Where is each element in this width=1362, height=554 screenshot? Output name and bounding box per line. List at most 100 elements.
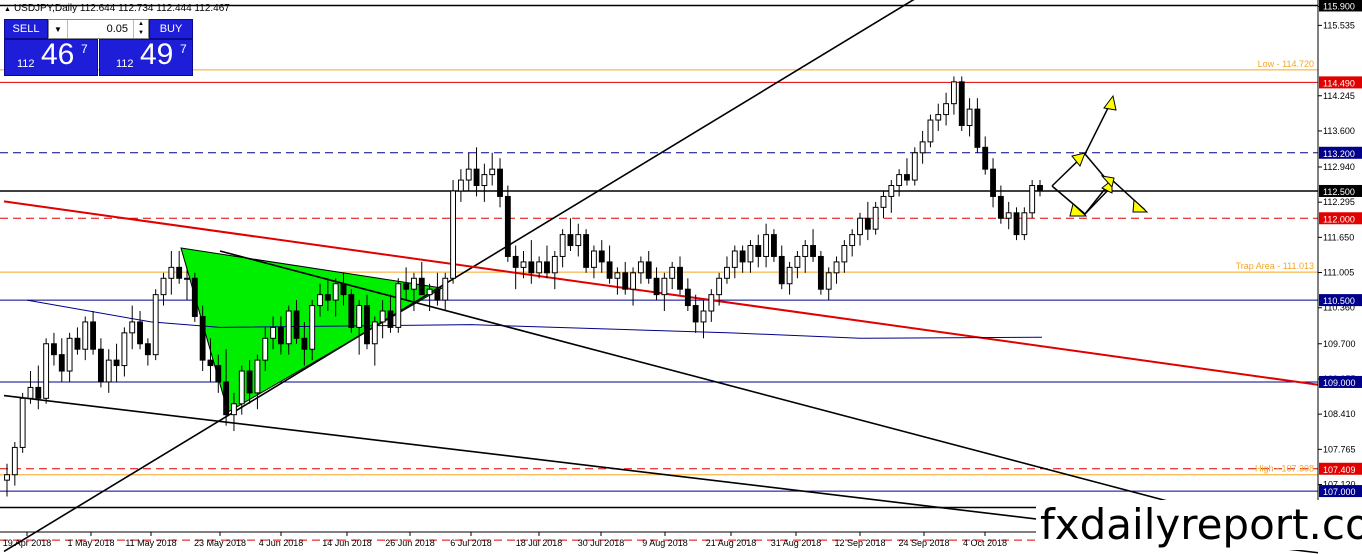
candle-body [817,255,824,290]
candle [395,278,402,333]
candle [802,240,809,273]
candle-body [1029,185,1036,214]
candle [567,218,574,251]
level-tag-label: 110.500 [1323,296,1355,306]
candle-body [450,190,456,279]
candle-body [536,261,543,274]
time-tick-label: 4 Jun 2018 [259,538,304,548]
candle-body [379,310,386,323]
sell-button[interactable]: SELL [4,19,48,39]
lot-size-box[interactable]: ▼ 0.05 ▲ ▼ [48,19,149,39]
candle [504,185,511,262]
candle [90,311,97,355]
candle [144,338,151,366]
lot-spinner-icon[interactable]: ▲ ▼ [133,20,148,38]
candle [113,343,120,382]
candle [121,327,128,377]
time-tick-label: 14 Jun 2018 [322,538,372,548]
candle [763,223,770,268]
candle-body [677,266,683,290]
chevron-down-icon[interactable]: ▼ [49,20,68,38]
candle-body [90,321,97,350]
candle [356,300,363,355]
sell-price[interactable]: 112 46 7 [4,38,98,76]
candle-body [904,174,910,181]
candle [473,147,480,197]
candle-body [223,381,230,416]
candle-body [270,326,277,339]
candle-body [825,272,832,290]
candle [700,300,707,339]
candle-body [551,255,558,274]
candle-body [958,81,965,126]
candle [583,229,590,273]
candle [481,163,488,202]
time-tick-label: 9 Aug 2018 [642,538,688,548]
candle [152,289,159,361]
trendline [219,250,1319,542]
candle [919,130,926,164]
candle [888,180,895,213]
candle-body [896,174,903,187]
candle-body [591,250,597,268]
candle-body [935,114,942,121]
candle [66,332,73,382]
time-tick-label: 26 Jun 2018 [385,538,435,548]
sell-price-prefix: 112 [17,58,35,70]
price-chart[interactable]: 115.535115.880114.245113.600112.940112.2… [0,0,1362,554]
candle [755,234,762,268]
candle [497,158,503,208]
candle-body [285,310,292,345]
candle [254,354,261,410]
candle [1005,201,1012,230]
candle-body [387,310,394,328]
moving-average-line [26,299,1043,339]
candle [778,245,785,290]
candle-body [810,245,816,257]
candle-body [238,370,245,405]
lot-size-input[interactable]: 0.05 [107,23,128,35]
candle [58,338,65,382]
buy-button[interactable]: BUY [149,19,193,39]
candle-body [356,305,363,328]
collapse-triangle-icon[interactable]: ▲ [4,6,11,13]
candle-body [168,266,175,279]
candle-body [684,288,691,307]
candle [19,392,26,453]
sell-price-pip: 7 [81,42,88,56]
candle-body [465,168,472,181]
candle-body [324,294,331,301]
candle-body [489,168,496,176]
scenario-arrows [1051,94,1149,217]
candle [849,229,856,257]
time-tick-label: 12 Sep 2018 [834,538,885,548]
candle-body [794,255,801,268]
candle-body [121,332,128,367]
candle-body [888,185,895,197]
candle-body [371,321,378,345]
candle-body [293,310,300,339]
moving-average [26,299,1043,339]
candle-body [301,337,308,350]
candle-body [184,277,190,280]
candle [1021,207,1028,241]
candle-body [27,386,34,399]
time-tick-label: 18 Jul 2018 [516,538,563,548]
candles [4,76,1043,497]
candle-body [661,277,668,296]
candle-body [911,152,918,181]
candle [817,250,824,295]
candle-body [637,261,644,274]
candle-body [520,261,527,268]
candle-body [802,245,809,257]
candle-body [1005,212,1012,219]
candle [51,332,57,366]
candle-body [160,277,167,296]
price-tick-label: 113.600 [1323,126,1355,136]
candle-body [559,234,566,257]
scenario-arrow-head [1069,203,1088,217]
buy-price-big: 49 [140,38,174,71]
candle-body [700,310,707,323]
buy-price[interactable]: 112 49 7 [99,38,193,76]
candle [551,250,558,290]
